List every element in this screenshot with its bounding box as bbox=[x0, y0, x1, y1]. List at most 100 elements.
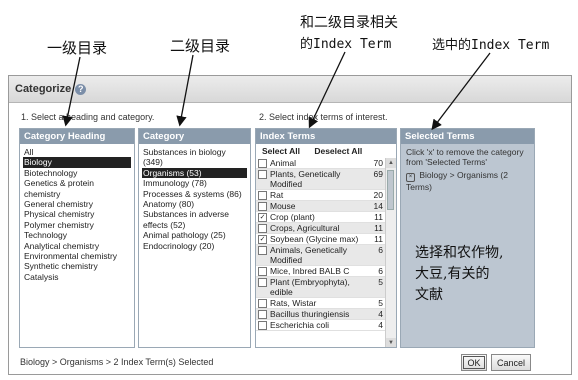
index-term-name: Animals, Genetically Modified bbox=[270, 245, 348, 265]
checkbox[interactable] bbox=[258, 159, 267, 168]
category-heading-item[interactable]: Biology bbox=[23, 157, 131, 168]
annotation-note-line1: 选择和农作物, bbox=[415, 245, 504, 261]
category-heading-title: Category Heading bbox=[20, 129, 134, 144]
index-term-count: 69 bbox=[373, 169, 383, 179]
scroll-up-icon[interactable]: ▲ bbox=[386, 158, 396, 168]
annotation-related-line1: 和二级目录相关 bbox=[300, 15, 398, 31]
scroll-down-icon[interactable]: ▼ bbox=[386, 338, 396, 347]
index-term-count: 11 bbox=[374, 234, 383, 244]
step2-text: 2. Select index terms of interest. bbox=[259, 112, 388, 122]
checkbox[interactable] bbox=[258, 321, 267, 330]
checkbox[interactable] bbox=[258, 202, 267, 211]
dialog-header: Categorize ? bbox=[9, 76, 571, 103]
index-term-row[interactable]: Animals, Genetically Modified 6 bbox=[256, 245, 385, 266]
category-heading-item[interactable]: Synthetic chemistry bbox=[23, 261, 131, 271]
index-term-name: Bacillus thuringiensis bbox=[270, 309, 350, 319]
index-term-name: Rats, Wistar bbox=[270, 298, 317, 308]
help-icon[interactable]: ? bbox=[75, 83, 87, 95]
category-heading-item[interactable]: Physical chemistry bbox=[23, 209, 131, 219]
category-heading-item[interactable]: Biotechnology bbox=[23, 168, 131, 178]
index-term-name: Plants, Genetically Modified bbox=[270, 169, 341, 189]
category-item[interactable]: Endocrinology (20) bbox=[142, 241, 247, 251]
checkbox[interactable] bbox=[258, 191, 267, 200]
index-terms-list: Animal 70 Plants, Genetically Modified 69 Ra… bbox=[256, 158, 385, 331]
index-term-name: Crop (plant) bbox=[270, 212, 315, 222]
annotation-note-line3: 文献 bbox=[415, 287, 443, 303]
index-term-row[interactable]: Bacillus thuringiensis 4 bbox=[256, 309, 385, 320]
index-term-name: Plant (Embryophyta), edible bbox=[270, 277, 350, 297]
category-item[interactable]: Anatomy (80) bbox=[142, 199, 247, 209]
index-terms-title: Index Terms bbox=[256, 129, 396, 144]
index-term-count: 5 bbox=[378, 277, 383, 287]
category-heading-list: All Biology Biotechnology Genetics & protei… bbox=[20, 144, 134, 282]
index-term-name: Soybean (Glycine max) bbox=[270, 234, 359, 244]
index-term-row[interactable]: Escherichia coli 4 bbox=[256, 320, 385, 331]
category-heading-item[interactable]: General chemistry bbox=[23, 199, 131, 209]
select-all-link[interactable]: Select All bbox=[262, 146, 300, 156]
index-term-count: 11 bbox=[374, 223, 383, 233]
category-item[interactable]: Substances in adverse effects (52) bbox=[142, 209, 247, 230]
index-term-name: Rat bbox=[270, 190, 284, 200]
annotation-related-line2: 的Index Term bbox=[300, 37, 392, 52]
index-term-name: Crops, Agricultural bbox=[270, 223, 340, 233]
selected-terms-title: Selected Terms bbox=[401, 129, 534, 144]
annotation-selected-term: 选中的Index Term bbox=[432, 38, 550, 53]
terms-scrollbar[interactable]: ▲ ▼ bbox=[385, 158, 396, 347]
index-term-name: Animal bbox=[270, 158, 296, 168]
annotation-note-line2: 大豆,有关的 bbox=[415, 266, 490, 282]
deselect-all-link[interactable]: Deselect All bbox=[314, 146, 362, 156]
status-text: Biology > Organisms > 2 Index Term(s) Se… bbox=[20, 357, 214, 367]
index-term-count: 20 bbox=[373, 190, 383, 200]
checkbox[interactable] bbox=[258, 310, 267, 319]
category-item[interactable]: Animal pathology (25) bbox=[142, 230, 247, 240]
index-term-row[interactable]: Rat 20 bbox=[256, 190, 385, 201]
index-term-row[interactable]: Mouse 14 bbox=[256, 201, 385, 212]
checkbox[interactable] bbox=[258, 299, 267, 308]
index-term-row[interactable]: Plant (Embryophyta), edible 5 bbox=[256, 277, 385, 298]
index-term-count: 14 bbox=[373, 201, 383, 211]
category-item[interactable]: Substances in biology (349) bbox=[142, 147, 247, 168]
cancel-button[interactable]: Cancel bbox=[491, 354, 531, 371]
checkbox[interactable] bbox=[258, 170, 267, 179]
category-heading-panel: Category Heading All Biology Biotechnology… bbox=[19, 128, 135, 348]
index-term-row[interactable]: Mice, Inbred BALB C 6 bbox=[256, 266, 385, 277]
checkbox[interactable] bbox=[258, 246, 267, 255]
selected-term-entry: Biology > Organisms (2 Terms) bbox=[406, 170, 508, 192]
index-term-row[interactable]: ✓ Soybean (Glycine max) 11 bbox=[256, 234, 385, 245]
category-item[interactable]: Processes & systems (86) bbox=[142, 189, 247, 199]
category-heading-item[interactable]: Polymer chemistry bbox=[23, 220, 131, 230]
index-term-row[interactable]: Rats, Wistar 5 bbox=[256, 298, 385, 309]
checked-checkbox[interactable]: ✓ bbox=[258, 213, 267, 222]
category-heading-item[interactable]: Genetics & protein chemistry bbox=[23, 178, 131, 199]
category-item[interactable]: Organisms (53) bbox=[142, 167, 247, 179]
category-heading-item[interactable]: Environmental chemistry bbox=[23, 251, 131, 261]
checkbox[interactable] bbox=[258, 278, 267, 287]
annotation-note: 选择和农作物, 大豆,有关的 文献 bbox=[415, 243, 503, 306]
index-term-count: 5 bbox=[378, 298, 383, 308]
index-term-row[interactable]: Animal 70 bbox=[256, 158, 385, 169]
checkbox[interactable] bbox=[258, 267, 267, 276]
checked-checkbox[interactable]: ✓ bbox=[258, 235, 267, 244]
category-title: Category bbox=[139, 129, 250, 144]
category-heading-item[interactable]: All bbox=[23, 147, 131, 157]
index-term-row[interactable]: Plants, Genetically Modified 69 bbox=[256, 169, 385, 190]
category-heading-item[interactable]: Analytical chemistry bbox=[23, 241, 131, 251]
scroll-thumb[interactable] bbox=[387, 170, 394, 210]
index-term-name: Mouse bbox=[270, 201, 296, 211]
category-heading-item[interactable]: Technology bbox=[23, 230, 131, 240]
remove-x-icon[interactable]: × bbox=[406, 173, 415, 182]
annotation-level1: 一级目录 bbox=[47, 39, 108, 57]
ok-button[interactable]: OK bbox=[461, 354, 487, 371]
index-term-count: 4 bbox=[378, 309, 383, 319]
selected-terms-hint: Click 'x' to remove the category from 'S… bbox=[406, 147, 524, 167]
index-term-count: 4 bbox=[378, 320, 383, 330]
index-term-name: Escherichia coli bbox=[270, 320, 330, 330]
categorize-dialog: Categorize ? 1. Select a heading and cat… bbox=[8, 75, 572, 375]
category-item[interactable]: Immunology (78) bbox=[142, 178, 247, 188]
index-term-count: 6 bbox=[378, 266, 383, 276]
checkbox[interactable] bbox=[258, 224, 267, 233]
index-term-row[interactable]: ✓ Crop (plant) 11 bbox=[256, 212, 385, 223]
category-heading-item[interactable]: Catalysis bbox=[23, 272, 131, 282]
index-term-row[interactable]: Crops, Agricultural 11 bbox=[256, 223, 385, 234]
dialog-title: Categorize bbox=[15, 83, 72, 95]
